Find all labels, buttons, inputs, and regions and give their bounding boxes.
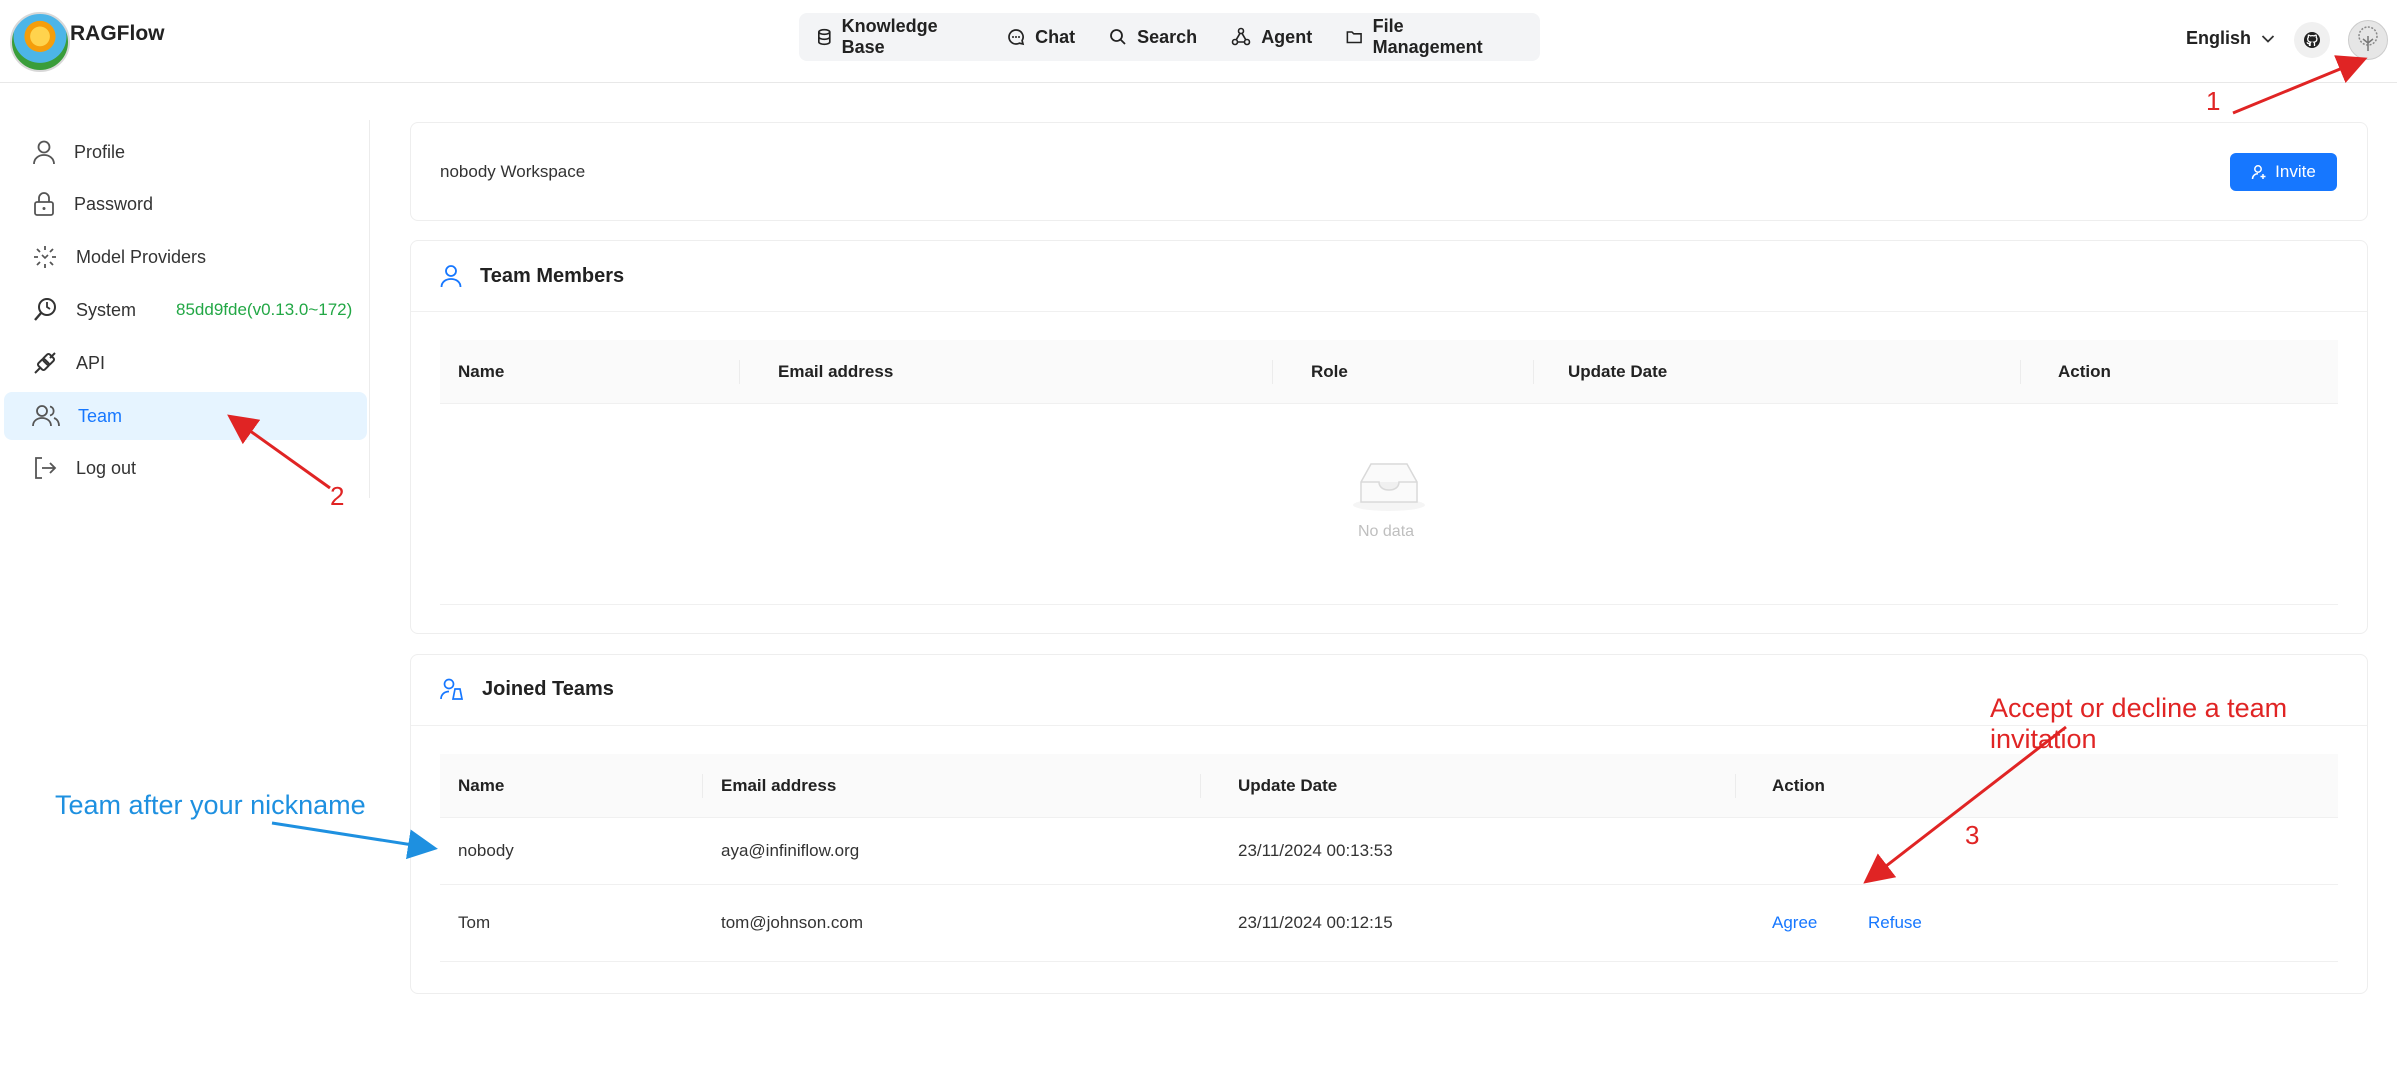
arrow-team-nickname <box>271 821 438 860</box>
annotation-number-3: 3 <box>1965 820 1980 850</box>
annotation-number-1: 1 <box>2206 86 2221 116</box>
annotation-accept-decline: Accept or decline a team invitation <box>1990 693 2288 754</box>
arrow-2 <box>227 414 331 490</box>
annotation-team-after-nickname: Team after your nickname <box>55 790 366 820</box>
annotation-number-2: 2 <box>330 481 345 511</box>
annotation-arrows <box>227 55 2368 884</box>
arrow-1 <box>2232 55 2368 115</box>
